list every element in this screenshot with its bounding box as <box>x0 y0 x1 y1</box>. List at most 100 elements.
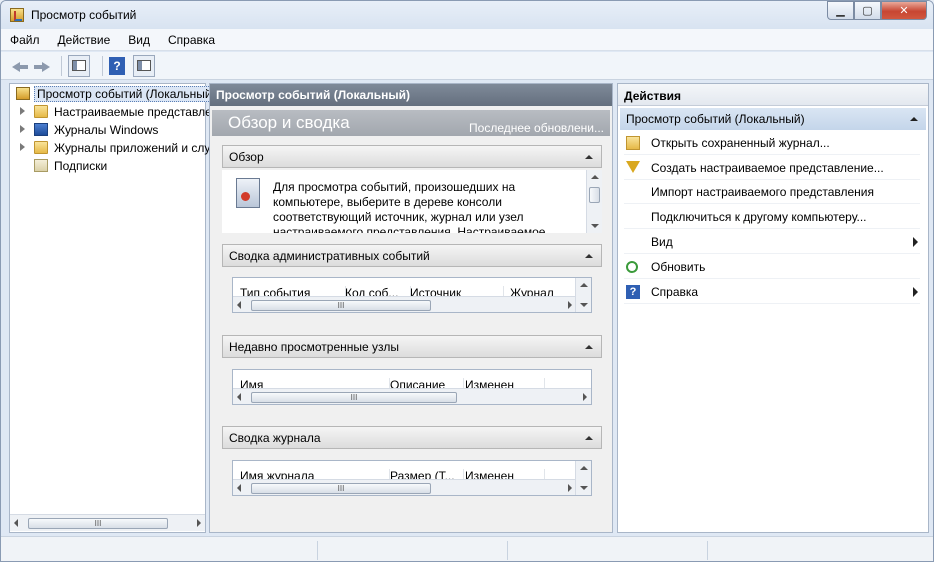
scroll-thumb[interactable]: III <box>251 392 457 403</box>
expand-icon[interactable] <box>20 107 25 115</box>
scroll-thumb[interactable]: III <box>251 300 431 311</box>
scroll-right-icon[interactable] <box>197 519 201 527</box>
action-label: Вид <box>651 235 673 249</box>
expand-icon[interactable] <box>20 143 25 151</box>
center-pane: Просмотр событий (Локальный) Обзор и сво… <box>209 83 613 533</box>
window-controls: ▁ ▢ ✕ <box>827 1 927 21</box>
scroll-down-icon[interactable] <box>580 486 588 490</box>
console-tree: Просмотр событий (Локальный) Настраиваем… <box>9 83 210 533</box>
action-label: Справка <box>651 285 699 299</box>
tree-horizontal-scrollbar[interactable]: III <box>10 514 205 531</box>
overview-description: Для просмотра событий, произошедших на к… <box>222 170 602 233</box>
overview-banner: Обзор и сводка Последнее обновлени... <box>212 110 610 136</box>
scroll-right-icon[interactable] <box>568 301 572 309</box>
action-pane-icon <box>137 60 151 71</box>
tree-item-custom-views[interactable]: Настраиваемые представления <box>10 103 210 121</box>
scroll-right-icon[interactable] <box>583 393 587 401</box>
scroll-thumb[interactable]: III <box>28 518 168 529</box>
event-viewer-icon <box>10 8 24 22</box>
scroll-right-icon[interactable] <box>568 484 572 492</box>
action-connect-computer[interactable]: Подключиться к другому компьютеру... <box>624 205 920 229</box>
title-bar[interactable]: Просмотр событий ▁ ▢ ✕ <box>1 1 933 29</box>
help-icon[interactable]: ? <box>109 56 125 75</box>
admin-summary-scrollbar[interactable]: III <box>233 296 576 312</box>
toolbar: ? <box>1 52 933 80</box>
action-view[interactable]: Вид <box>624 230 920 254</box>
action-pane-button[interactable] <box>133 54 155 77</box>
actions-group-header[interactable]: Просмотр событий (Локальный) <box>620 108 926 130</box>
action-label: Обновить <box>651 260 706 274</box>
menu-help[interactable]: Справка <box>168 33 215 47</box>
menu-bar: Файл Действие Вид Справка <box>1 29 933 51</box>
section-title: Недавно просмотренные узлы <box>229 340 399 354</box>
collapse-icon[interactable] <box>585 155 593 159</box>
action-refresh[interactable]: Обновить <box>624 255 920 279</box>
scroll-left-icon[interactable] <box>237 393 241 401</box>
tree-item-app-service-logs[interactable]: Журналы приложений и служб <box>10 139 210 157</box>
menu-action[interactable]: Действие <box>58 33 111 47</box>
scroll-up-icon[interactable] <box>591 175 599 179</box>
status-segment <box>317 541 318 560</box>
collapse-icon[interactable] <box>585 254 593 258</box>
status-segment <box>707 541 708 560</box>
action-help[interactable]: ? Справка <box>624 280 920 304</box>
section-recent-nodes-header[interactable]: Недавно просмотренные узлы <box>222 335 602 358</box>
log-summary-scrollbar[interactable]: III <box>233 479 576 495</box>
menu-file[interactable]: Файл <box>10 33 40 47</box>
section-admin-summary-header[interactable]: Сводка административных событий <box>222 244 602 267</box>
toolbar-separator <box>61 55 62 76</box>
tree-item-windows-logs[interactable]: Журналы Windows <box>10 121 210 139</box>
scroll-thumb[interactable]: III <box>251 483 431 494</box>
action-import-custom-view[interactable]: Импорт настраиваемого представления <box>624 180 920 204</box>
section-title: Обзор <box>229 150 264 164</box>
admin-summary-table: Тип события Код соб... Источник Журнал I… <box>232 277 592 313</box>
overview-vertical-scrollbar[interactable] <box>586 170 602 233</box>
show-pane-button[interactable] <box>68 54 90 77</box>
close-button[interactable]: ✕ <box>881 1 927 20</box>
submenu-arrow-icon <box>913 237 918 247</box>
submenu-arrow-icon <box>913 287 918 297</box>
scroll-left-icon[interactable] <box>237 301 241 309</box>
actions-pane: Действия Просмотр событий (Локальный) От… <box>617 83 929 533</box>
menu-view[interactable]: Вид <box>128 33 150 47</box>
collapse-icon[interactable] <box>910 117 918 121</box>
tree-item-event-viewer[interactable]: Просмотр событий (Локальный) <box>10 85 210 103</box>
maximize-button[interactable]: ▢ <box>854 1 881 20</box>
folder-icon <box>34 141 48 154</box>
log-summary-vertical-scrollbar[interactable] <box>575 461 591 495</box>
scroll-up-icon[interactable] <box>580 466 588 470</box>
actions-header: Действия <box>618 84 928 106</box>
expand-icon[interactable] <box>20 125 25 133</box>
action-open-saved-log[interactable]: Открыть сохраненный журнал... <box>624 131 920 155</box>
tree-item-subscriptions[interactable]: Подписки <box>10 157 210 175</box>
scroll-down-icon[interactable] <box>591 224 599 228</box>
back-arrow-icon[interactable] <box>11 57 29 75</box>
action-create-custom-view[interactable]: Создать настраиваемое представление... <box>624 156 920 180</box>
tree-item-label: Настраиваемые представления <box>54 105 210 119</box>
section-overview-header[interactable]: Обзор <box>222 145 602 168</box>
scroll-left-icon[interactable] <box>237 484 241 492</box>
subscriptions-icon <box>34 159 48 172</box>
overview-text: Для просмотра событий, произошедших на к… <box>273 180 546 233</box>
forward-arrow-icon[interactable] <box>33 57 51 75</box>
collapse-icon[interactable] <box>585 345 593 349</box>
admin-summary-vertical-scrollbar[interactable] <box>575 278 591 312</box>
collapse-icon[interactable] <box>585 436 593 440</box>
section-title: Сводка журнала <box>229 431 321 445</box>
open-folder-icon <box>626 136 640 150</box>
minimize-button[interactable]: ▁ <box>827 1 854 20</box>
scroll-up-icon[interactable] <box>580 283 588 287</box>
actions-group-title: Просмотр событий (Локальный) <box>626 112 805 126</box>
window-title: Просмотр событий <box>31 8 137 22</box>
folder-icon <box>34 105 48 118</box>
action-label: Открыть сохраненный журнал... <box>651 136 830 150</box>
scroll-down-icon[interactable] <box>580 303 588 307</box>
section-log-summary-header[interactable]: Сводка журнала <box>222 426 602 449</box>
event-viewer-icon <box>16 87 30 100</box>
scroll-left-icon[interactable] <box>14 519 18 527</box>
status-bar <box>1 536 933 561</box>
scroll-thumb[interactable] <box>589 187 600 203</box>
tree-item-label: Журналы Windows <box>54 123 159 137</box>
action-label: Импорт настраиваемого представления <box>651 185 874 199</box>
recent-nodes-scrollbar[interactable]: III <box>233 388 591 404</box>
